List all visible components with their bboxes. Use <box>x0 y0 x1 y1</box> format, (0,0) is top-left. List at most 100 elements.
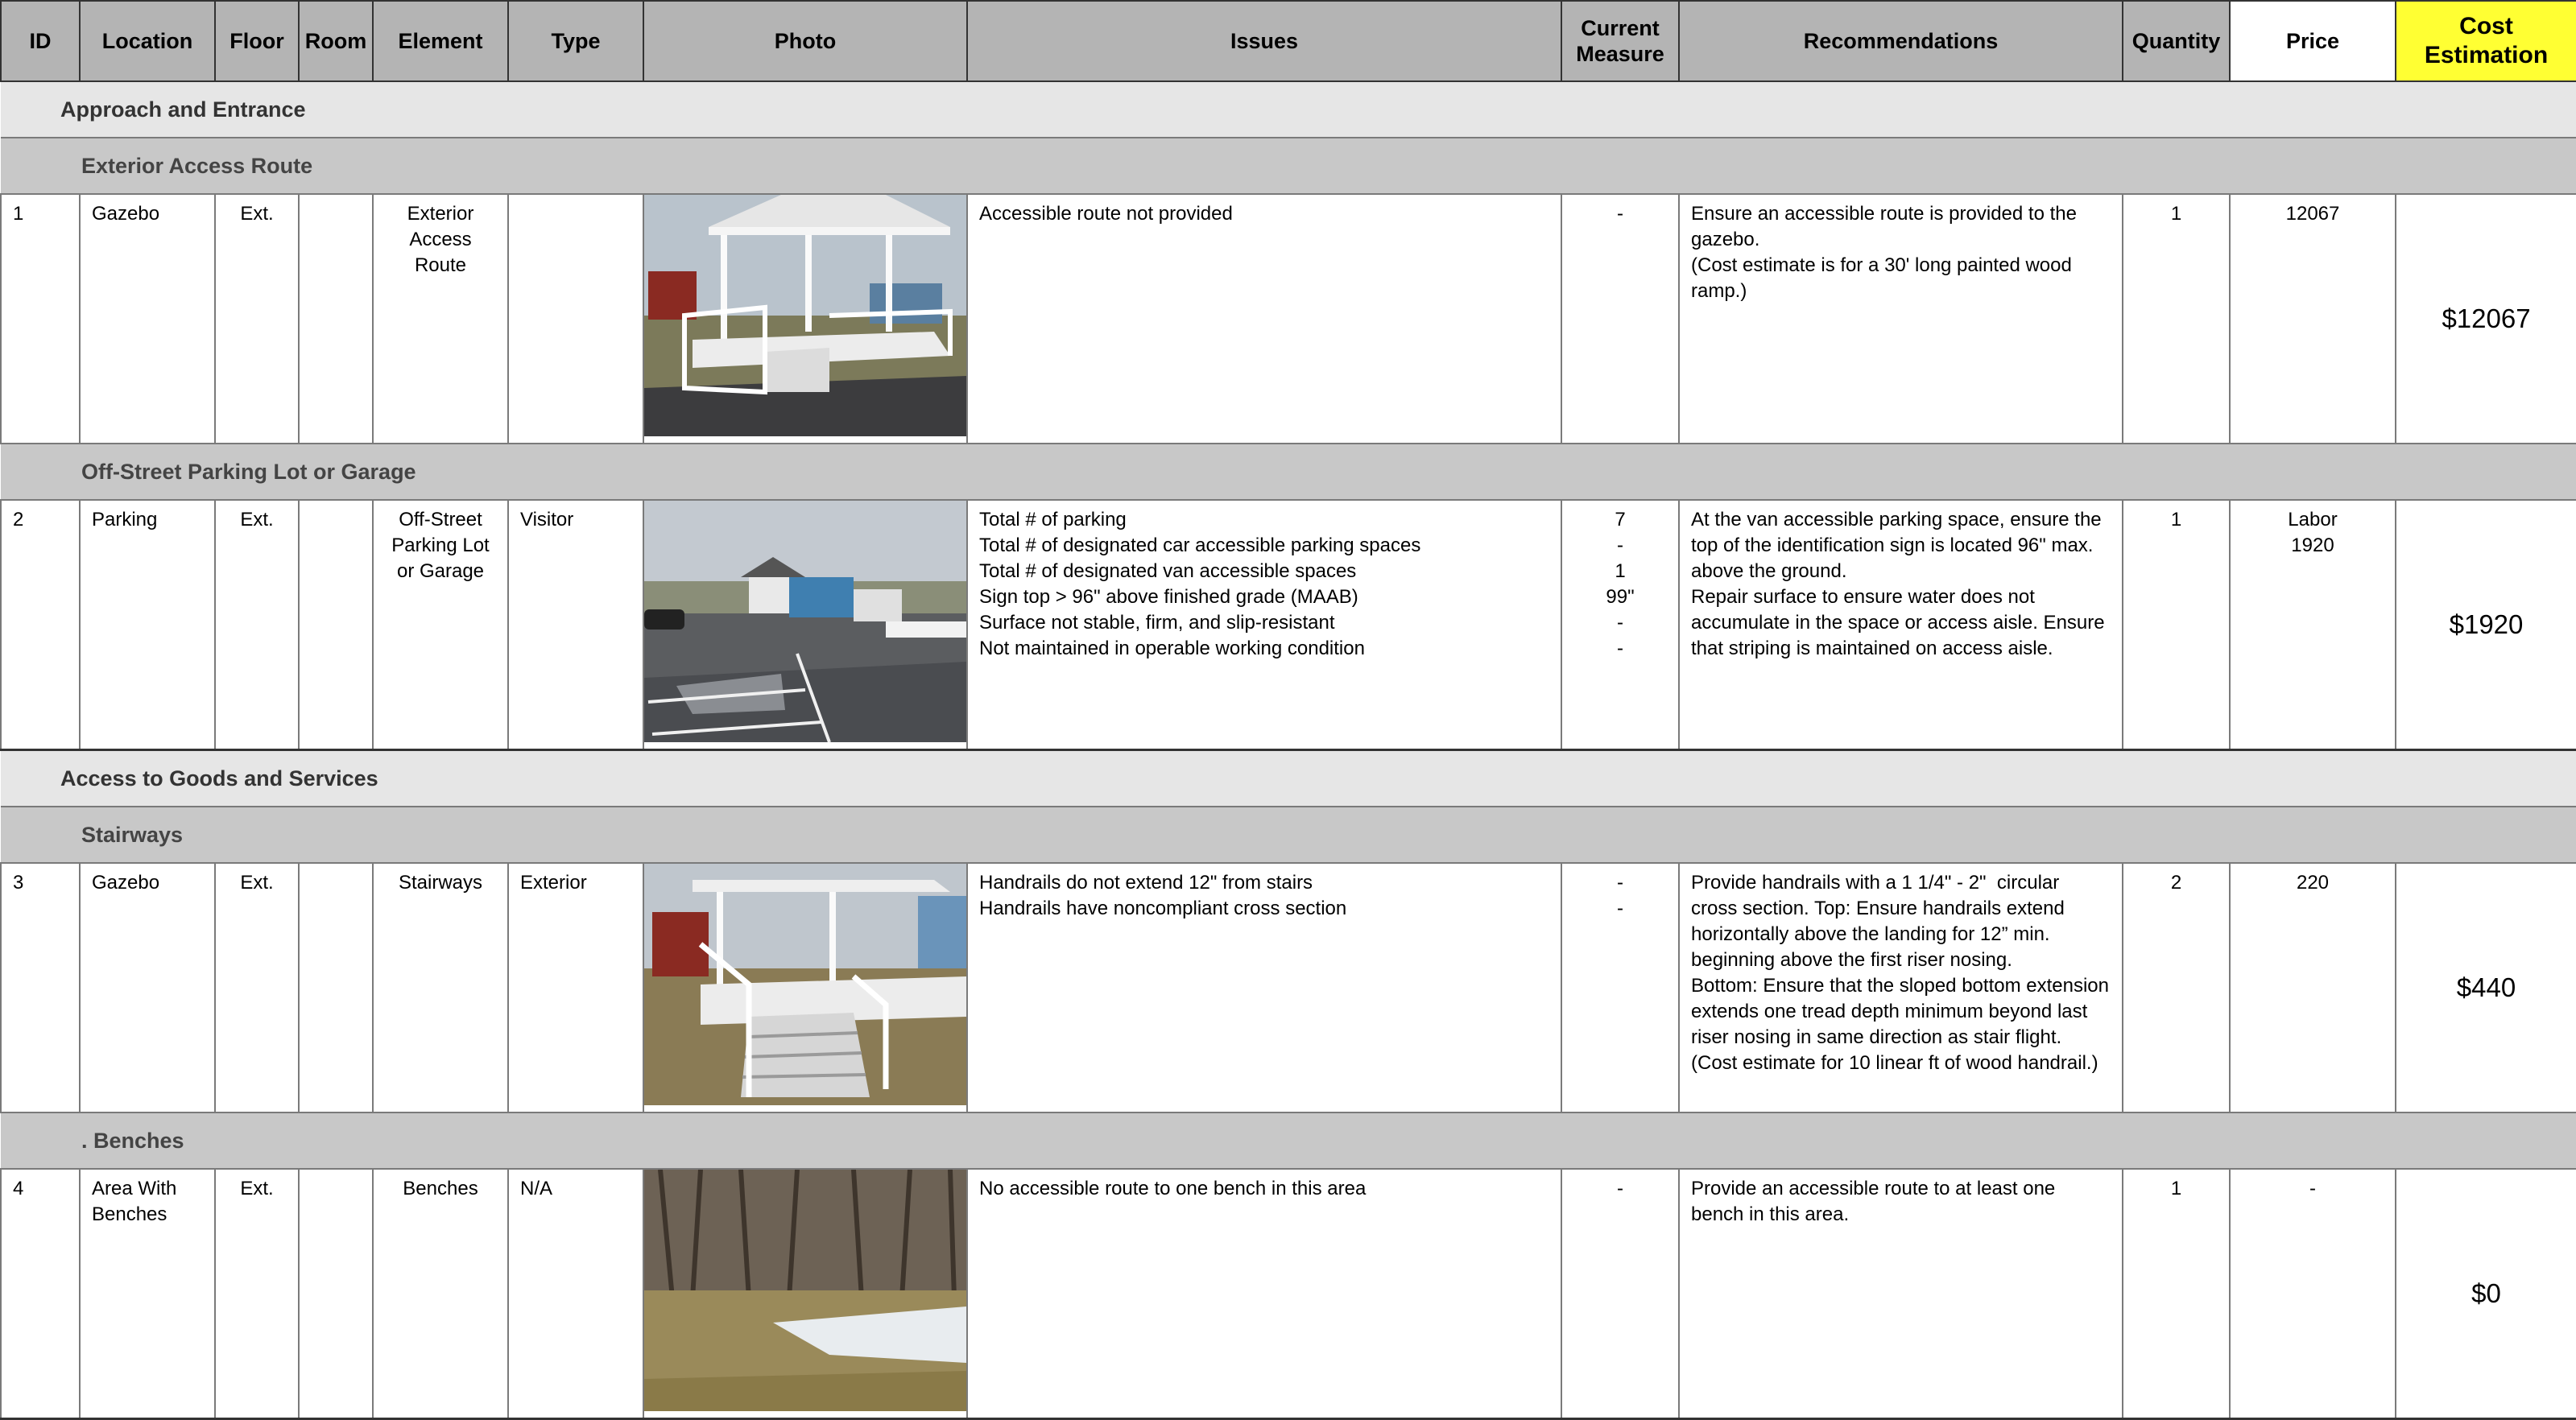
cell-line: horizontally above the landing for 12” m… <box>1691 923 2050 945</box>
subsection-title: Stairways <box>1 806 2576 864</box>
cell-element: Benches <box>372 1168 509 1420</box>
cell-floor: Ext. <box>214 193 300 444</box>
cell-current-measure: -- <box>1561 862 1680 1113</box>
photo-image <box>644 501 966 742</box>
cell-quantity: 2 <box>2122 862 2231 1113</box>
cell-location: Area With Benches <box>79 1168 216 1420</box>
cell-type: N/A <box>507 1168 644 1420</box>
cell-photo <box>643 499 968 751</box>
header-row: ID Location Floor Room Element Type Phot… <box>0 0 2576 82</box>
cell-line: Provide an accessible route to at least … <box>1691 1178 2056 1199</box>
header-element: Element <box>372 0 509 82</box>
cell-line: - <box>1617 1178 1623 1199</box>
cell-line: Surface not stable, firm, and slip-resis… <box>979 612 1335 634</box>
cell-line: gazebo. <box>1691 229 1760 250</box>
subsection-row: Exterior Access Route <box>1 137 2576 195</box>
cell-id: 1 <box>0 193 81 444</box>
cell-cost-estimation: $1920 <box>2395 499 2576 751</box>
header-id: ID <box>0 0 81 82</box>
cell-line: 1920 <box>2291 535 2334 556</box>
cell-type: Exterior <box>507 862 644 1113</box>
cell-recommendations: At the van accessible parking space, ens… <box>1678 499 2123 751</box>
subsection-row: Off-Street Parking Lot or Garage <box>1 443 2576 501</box>
cell-line: Total # of designated car accessible par… <box>979 535 1421 556</box>
subsection-title: Off-Street Parking Lot or Garage <box>1 443 2576 501</box>
cell-issues: Handrails do not extend 12" from stairs H… <box>966 862 1562 1113</box>
cell-room <box>298 1168 374 1420</box>
photo-image <box>644 195 966 436</box>
cell-recommendations: Provide an accessible route to at least … <box>1678 1168 2123 1420</box>
header-recommendations: Recommendations <box>1678 0 2123 82</box>
header-current-measure-line: Measure <box>1576 42 1664 66</box>
section-row: Approach and Entrance <box>1 80 2576 138</box>
cell-line: - <box>1617 872 1623 894</box>
cell-line: top of the identification sign is locate… <box>1691 535 2094 556</box>
cell-room <box>298 862 374 1113</box>
header-issues: Issues <box>966 0 1562 82</box>
cell-line: 12067 <box>2285 203 2340 225</box>
cell-line: Stairways <box>398 872 483 894</box>
gazebo-ramp-photo <box>644 195 966 436</box>
cell-line: extends one tread depth minimum beyond l… <box>1691 1001 2088 1022</box>
cell-line: 1 <box>1615 560 1626 582</box>
cell-line: bench in this area. <box>1691 1203 1850 1225</box>
cell-line: accumulate in the space or access aisle.… <box>1691 612 2105 634</box>
header-room: Room <box>298 0 374 82</box>
cell-line: - <box>1617 638 1623 659</box>
cell-line: ramp.) <box>1691 280 1747 302</box>
cell-floor: Ext. <box>214 862 300 1113</box>
bench-area-photo <box>644 1170 966 1411</box>
subsection-row: Stairways <box>1 806 2576 864</box>
cell-line: At the van accessible parking space, ens… <box>1691 509 2102 530</box>
accessibility-report-table: ID Location Floor Room Element Type Phot… <box>0 0 2576 1420</box>
header-location: Location <box>79 0 216 82</box>
cell-line: Handrails do not extend 12" from stairs <box>979 872 1313 894</box>
cell-line: (Cost estimate is for a 30' long painted… <box>1691 254 2072 276</box>
subsection-title: Exterior Access Route <box>1 137 2576 195</box>
header-quantity: Quantity <box>2122 0 2231 82</box>
cell-room <box>298 193 374 444</box>
cell-current-measure: - <box>1561 193 1680 444</box>
photo-image <box>644 1170 966 1411</box>
cell-line: Total # of designated van accessible spa… <box>979 560 1357 582</box>
cell-line: Accessible route not provided <box>979 203 1233 225</box>
cell-photo <box>643 1168 968 1420</box>
cell-type: Visitor <box>507 499 644 751</box>
cell-line: Route <box>414 254 467 276</box>
cell-line: Access <box>409 229 472 250</box>
table-row: 4 Area With Benches Ext. Benches N/A No … <box>0 1168 2576 1420</box>
cell-id: 3 <box>0 862 81 1113</box>
cell-line: No accessible route to one bench in this… <box>979 1178 1367 1199</box>
cell-line: Not maintained in operable working condi… <box>979 638 1365 659</box>
gazebo-stairs-photo <box>644 864 966 1105</box>
section-title: Access to Goods and Services <box>1 749 2576 807</box>
cell-element: Stairways <box>372 862 509 1113</box>
cell-line: riser nosing in same direction as stair … <box>1691 1026 2062 1048</box>
cell-element: Exterior Access Route <box>372 193 509 444</box>
header-current-measure-line: Current <box>1581 16 1660 40</box>
cell-line: Parking Lot <box>391 535 490 556</box>
header-current-measure: Current Measure <box>1561 0 1680 82</box>
cell-line: - <box>2309 1178 2316 1199</box>
cell-location: Gazebo <box>79 862 216 1113</box>
cell-price: Labor 1920 <box>2229 499 2396 751</box>
header-price: Price <box>2229 0 2396 82</box>
cell-current-measure: 7 - 1 99" - - <box>1561 499 1680 751</box>
cell-recommendations: Ensure an accessible route is provided t… <box>1678 193 2123 444</box>
cell-line: above the ground. <box>1691 560 1847 582</box>
cell-line: cross section. Top: Ensure handrails ext… <box>1691 898 2065 919</box>
cell-line: 220 <box>2296 872 2330 894</box>
subsection-row: . Benches <box>1 1112 2576 1170</box>
cell-line: 7 <box>1615 509 1626 530</box>
cell-line: Exterior <box>407 203 474 225</box>
cell-photo <box>643 862 968 1113</box>
cell-issues: No accessible route to one bench in this… <box>966 1168 1562 1420</box>
header-cost-estimation: Cost Estimation <box>2395 0 2576 82</box>
cell-element: Off-Street Parking Lot or Garage <box>372 499 509 751</box>
cell-line: - <box>1617 612 1623 634</box>
cell-type <box>507 193 644 444</box>
cell-line: (Cost estimate for 10 linear ft of wood … <box>1691 1052 2098 1074</box>
cell-line: - <box>1617 535 1623 556</box>
cell-issues: Total # of parking Total # of designated … <box>966 499 1562 751</box>
cell-quantity: 1 <box>2122 193 2231 444</box>
